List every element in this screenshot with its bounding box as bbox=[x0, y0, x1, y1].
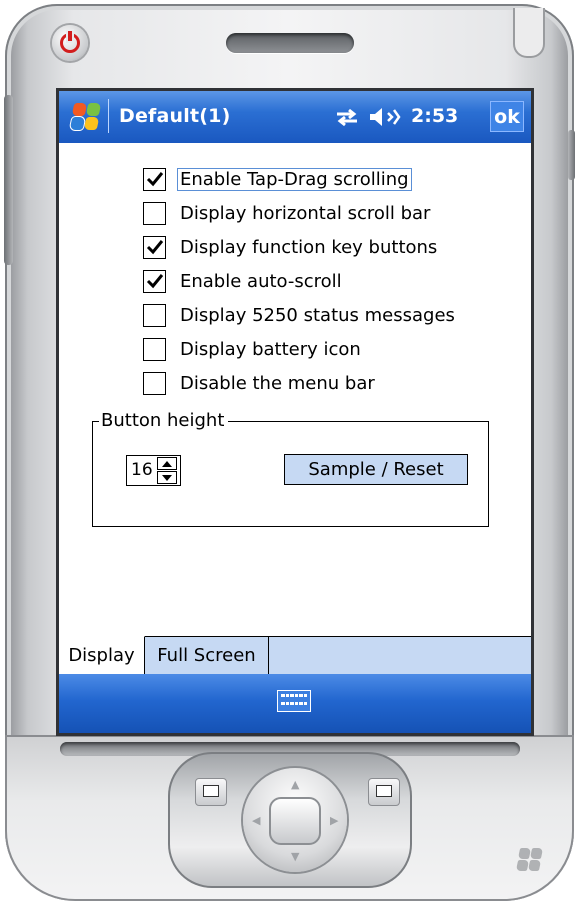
option-checkbox[interactable] bbox=[143, 235, 166, 259]
option-label[interactable]: Display horizontal scroll bar bbox=[178, 203, 432, 224]
checkmark-icon bbox=[146, 240, 163, 255]
windows-logo-icon bbox=[515, 845, 545, 875]
keyboard-icon[interactable] bbox=[277, 690, 311, 712]
calendar-key-icon bbox=[376, 785, 392, 797]
option-row[interactable]: Display 5250 status messages bbox=[143, 301, 457, 329]
option-label[interactable]: Disable the menu bar bbox=[178, 373, 377, 394]
option-row[interactable]: Enable Tap-Drag scrolling bbox=[143, 165, 412, 193]
window-title: Default(1) bbox=[119, 105, 231, 127]
option-checkbox[interactable] bbox=[143, 371, 166, 395]
power-icon bbox=[60, 31, 80, 53]
option-row[interactable]: Display function key buttons bbox=[143, 233, 439, 261]
option-row[interactable]: Enable auto-scroll bbox=[143, 267, 344, 295]
option-row[interactable]: Display horizontal scroll bar bbox=[143, 199, 432, 227]
option-row[interactable]: Disable the menu bar bbox=[143, 369, 377, 397]
tab-display[interactable]: Display bbox=[59, 636, 145, 674]
side-button-right[interactable] bbox=[568, 130, 575, 180]
soft-key-bar bbox=[59, 674, 531, 733]
left-soft-key[interactable] bbox=[195, 778, 227, 806]
clock-text[interactable]: 2:53 bbox=[411, 105, 458, 127]
tab-full-screen[interactable]: Full Screen bbox=[145, 636, 269, 674]
connectivity-icon[interactable] bbox=[334, 107, 360, 127]
contacts-key-icon bbox=[203, 785, 219, 797]
power-button[interactable] bbox=[52, 25, 88, 61]
option-label[interactable]: Display battery icon bbox=[178, 339, 363, 360]
checkmark-icon bbox=[146, 172, 163, 187]
arrow-down-icon bbox=[162, 474, 172, 481]
stylus-slot bbox=[513, 8, 545, 58]
arrow-up-icon bbox=[162, 460, 172, 467]
button-height-legend: Button height bbox=[99, 410, 229, 431]
option-checkbox[interactable] bbox=[143, 167, 166, 191]
dpad-center-button[interactable] bbox=[269, 797, 321, 845]
speaker-grille bbox=[226, 33, 354, 53]
option-checkbox[interactable] bbox=[143, 269, 166, 293]
button-height-spinner[interactable]: 16 bbox=[126, 455, 181, 486]
dpad-down-icon: ▼ bbox=[291, 850, 300, 863]
settings-content: Enable Tap-Drag scrolling Display horizon… bbox=[59, 143, 531, 636]
spin-up-button[interactable] bbox=[157, 457, 177, 470]
option-label[interactable]: Display function key buttons bbox=[178, 237, 439, 258]
option-checkbox[interactable] bbox=[143, 337, 166, 361]
option-row[interactable]: Display battery icon bbox=[143, 335, 363, 363]
option-checkbox[interactable] bbox=[143, 201, 166, 225]
option-checkbox[interactable] bbox=[143, 303, 166, 327]
volume-icon[interactable] bbox=[368, 105, 402, 129]
option-label[interactable]: Enable Tap-Drag scrolling bbox=[177, 167, 412, 191]
tab-strip: Display Full Screen bbox=[59, 636, 531, 674]
title-bar: Default(1) 2:53 ok bbox=[59, 91, 531, 143]
spin-down-button[interactable] bbox=[157, 471, 177, 484]
start-logo-icon[interactable] bbox=[69, 101, 102, 133]
device-screen: Default(1) 2:53 ok Enable Tap-Drag scrol… bbox=[56, 88, 534, 736]
button-height-value[interactable]: 16 bbox=[131, 460, 153, 480]
option-label[interactable]: Enable auto-scroll bbox=[178, 271, 344, 292]
right-soft-key[interactable] bbox=[368, 778, 400, 806]
dpad-left-icon: ◀ bbox=[252, 814, 261, 827]
ok-button[interactable]: ok bbox=[490, 101, 524, 132]
option-label[interactable]: Display 5250 status messages bbox=[178, 305, 457, 326]
checkmark-icon bbox=[146, 274, 163, 289]
title-divider bbox=[108, 99, 109, 133]
side-button-left[interactable] bbox=[4, 95, 13, 265]
sample-reset-button[interactable]: Sample / Reset bbox=[284, 454, 468, 485]
dpad-up-icon: ▲ bbox=[291, 778, 300, 791]
dpad-right-icon: ▶ bbox=[330, 814, 339, 827]
